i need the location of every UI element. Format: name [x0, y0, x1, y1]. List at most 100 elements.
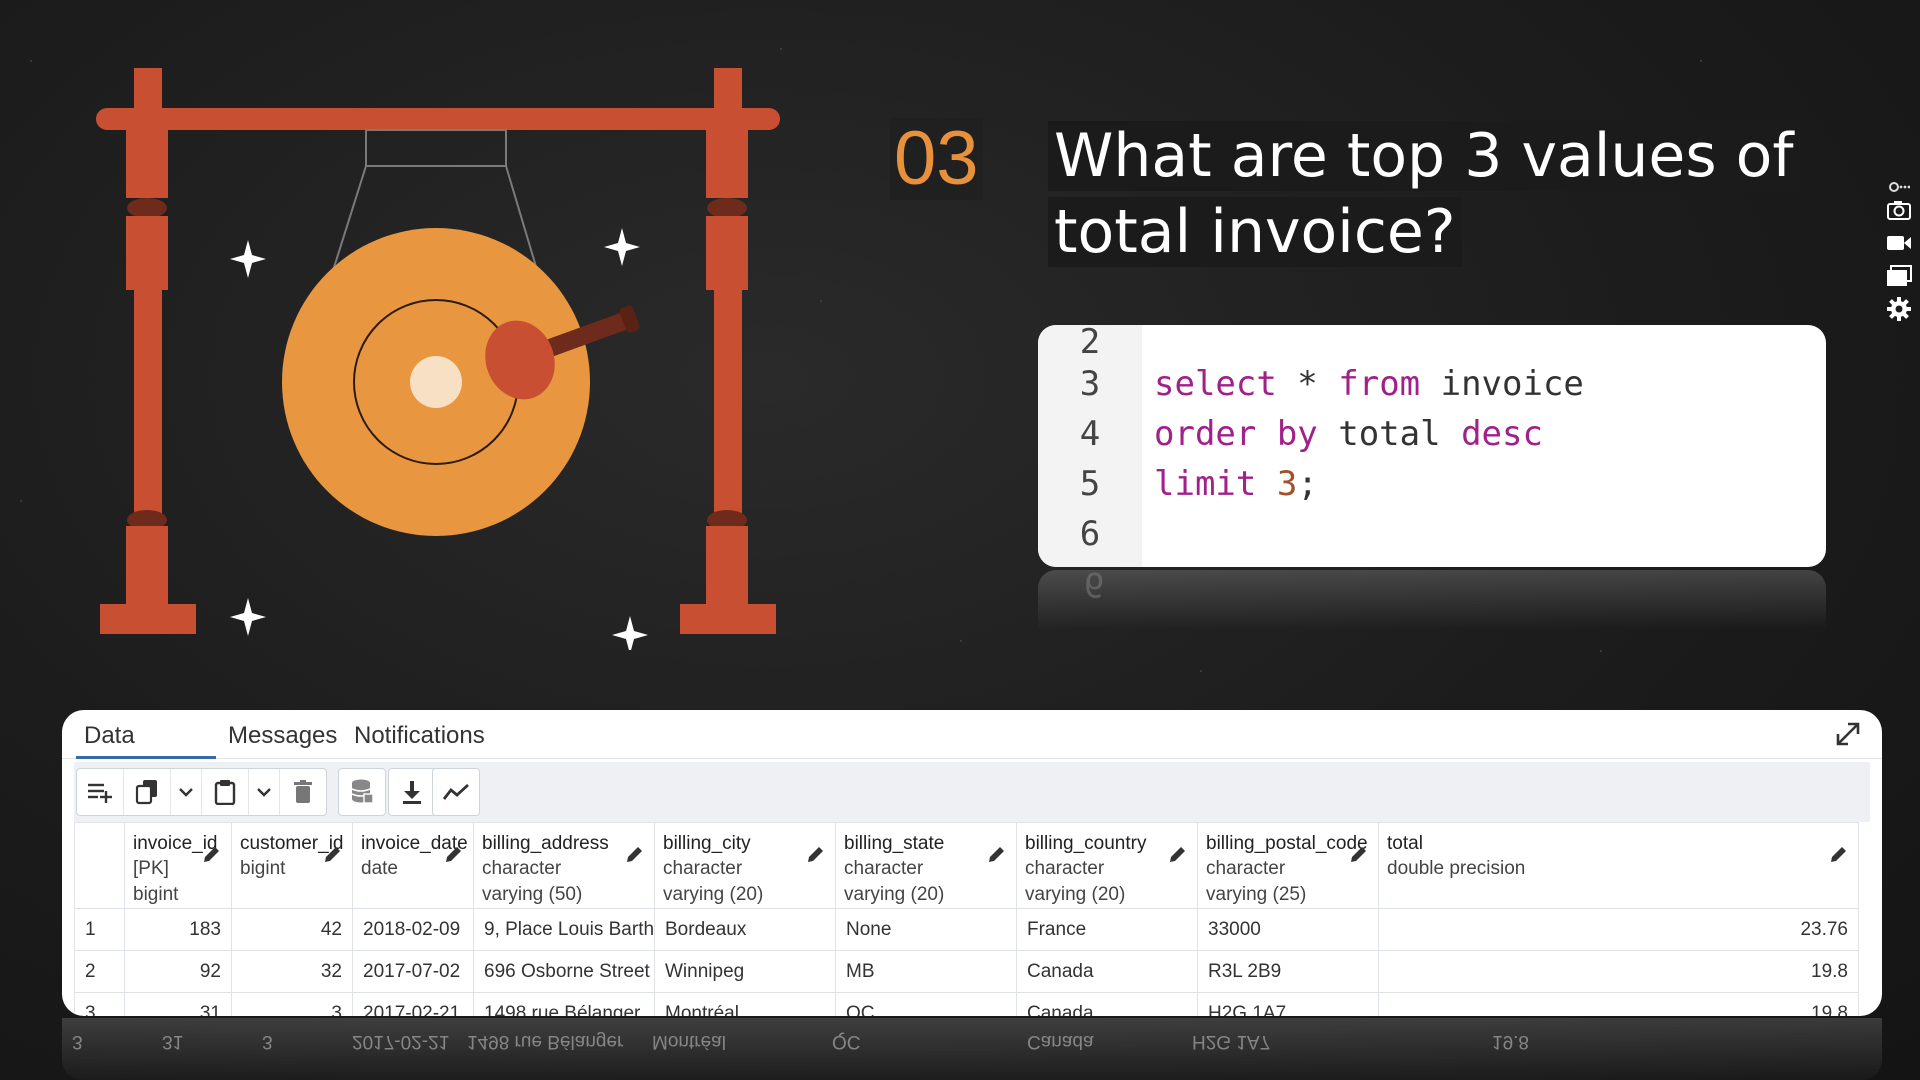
line-number: 2: [1079, 325, 1101, 362]
cell-customer-id[interactable]: 42: [231, 908, 353, 951]
column-header-billing-city[interactable]: billing_city character varying (20): [654, 822, 836, 909]
cell-billing-city[interactable]: Montréal: [654, 992, 836, 1016]
cell-billing-state[interactable]: QC: [835, 992, 1017, 1016]
cell-billing-address[interactable]: 1498 rue Bélanger: [473, 992, 655, 1016]
column-type: double precision: [1387, 858, 1526, 879]
video-icon[interactable]: [1885, 229, 1913, 257]
column-type: character varying (20): [663, 858, 764, 905]
graph-group: [432, 768, 480, 816]
cell-billing-postal-code[interactable]: 33000: [1197, 908, 1379, 951]
pencil-icon[interactable]: [322, 845, 342, 865]
result-tabs: Data Output Messages Notifications: [62, 710, 1882, 789]
cell-customer-id[interactable]: 32: [231, 950, 353, 993]
cell-total[interactable]: 19.8: [1378, 950, 1859, 993]
graph-icon[interactable]: [433, 769, 479, 815]
save-data-icon[interactable]: [339, 769, 385, 815]
table-row[interactable]: 2 92 32 2017-07-02 696 Osborne Street Winnipe…: [74, 950, 1859, 993]
cell-total[interactable]: 23.76: [1378, 908, 1859, 951]
download-group: [388, 768, 436, 816]
column-name: total: [1387, 833, 1423, 854]
row-number[interactable]: 2: [74, 950, 125, 993]
cell-billing-postal-code[interactable]: R3L 2B9: [1197, 950, 1379, 993]
add-row-icon[interactable]: [77, 769, 124, 815]
question-number: 03: [890, 118, 983, 200]
code-line[interactable]: [1142, 509, 1826, 559]
pencil-icon[interactable]: [986, 845, 1006, 865]
code-body[interactable]: select * from invoice order by total desc…: [1142, 325, 1826, 567]
column-header-billing-country[interactable]: billing_country character varying (20): [1016, 822, 1198, 909]
cell-billing-country[interactable]: Canada: [1016, 950, 1198, 993]
pencil-icon[interactable]: [1167, 845, 1187, 865]
cell-total[interactable]: 19.8: [1378, 992, 1859, 1016]
line-number: 3: [1079, 364, 1101, 404]
cell-billing-country[interactable]: France: [1016, 908, 1198, 951]
code-line[interactable]: limit 3;: [1142, 459, 1826, 509]
code-line[interactable]: select * from invoice: [1142, 359, 1826, 409]
sql-keyword: limit: [1154, 464, 1257, 504]
grid-header: invoice_id [PK] bigint customer_id bigint in…: [74, 822, 1859, 909]
column-name: billing_country: [1025, 833, 1147, 854]
tab-notifications[interactable]: Notifications: [354, 716, 485, 756]
table-row[interactable]: 1183422018-02-099, Place Louis BarthouBo…: [74, 908, 1859, 951]
code-line[interactable]: [1142, 325, 1826, 359]
grid-body: 1183422018-02-099, Place Louis BarthouBo…: [74, 908, 1859, 1016]
sql-code-editor[interactable]: 23456 select * from invoice order by tota…: [1038, 325, 1826, 567]
paste-icon[interactable]: [202, 769, 249, 815]
column-header-customer-id[interactable]: customer_id bigint: [231, 822, 353, 909]
cell-invoice-date[interactable]: 2017-02-21: [352, 992, 474, 1016]
cell-invoice-id[interactable]: 31: [124, 992, 232, 1016]
cell-billing-city[interactable]: Winnipeg: [654, 950, 836, 993]
sql-keyword: from: [1338, 364, 1421, 404]
sql-keyword: order by: [1154, 414, 1318, 454]
pencil-icon[interactable]: [805, 845, 825, 865]
expand-icon[interactable]: [1832, 718, 1864, 750]
column-header-total[interactable]: total double precision: [1378, 822, 1859, 909]
reflected-cell: H2G 1A7: [1192, 1031, 1271, 1052]
row-number[interactable]: 1: [74, 908, 125, 951]
gear-icon[interactable]: [1885, 295, 1913, 323]
tab-messages[interactable]: Messages: [228, 716, 337, 756]
cell-billing-state[interactable]: MB: [835, 950, 1017, 993]
pencil-icon[interactable]: [1828, 845, 1848, 865]
results-grid: invoice_id [PK] bigint customer_id bigint in…: [74, 822, 1859, 1016]
column-type: character varying (20): [844, 858, 945, 905]
window-icon[interactable]: [1885, 262, 1913, 290]
copy-icon[interactable]: [124, 769, 171, 815]
pencil-icon[interactable]: [624, 845, 644, 865]
tab-data-output[interactable]: Data Output: [76, 716, 216, 789]
cell-billing-address[interactable]: 9, Place Louis Barthou: [473, 908, 655, 951]
chevron-down-icon[interactable]: [249, 769, 280, 815]
cell-invoice-id[interactable]: 183: [124, 908, 232, 951]
cell-billing-state[interactable]: None: [835, 908, 1017, 951]
download-icon[interactable]: [389, 769, 435, 815]
column-header-billing-postal-code[interactable]: billing_postal_code character varying (25…: [1197, 822, 1379, 909]
cell-billing-address[interactable]: 696 Osborne Street: [473, 950, 655, 993]
cell-invoice-id[interactable]: 92: [124, 950, 232, 993]
edit-group: [76, 768, 327, 816]
reflected-cell: 19.8: [1492, 1031, 1529, 1052]
pencil-icon[interactable]: [1348, 845, 1368, 865]
cell-billing-country[interactable]: Canada: [1016, 992, 1198, 1016]
pencil-icon[interactable]: [443, 845, 463, 865]
chevron-down-icon[interactable]: [171, 769, 202, 815]
delete-icon[interactable]: [280, 769, 326, 815]
link-icon[interactable]: [1885, 180, 1913, 194]
code-line[interactable]: order by total desc: [1142, 409, 1826, 459]
reflected-row-number: 3: [72, 1031, 83, 1052]
gong-illustration: [96, 68, 780, 650]
column-header-billing-state[interactable]: billing_state character varying (20): [835, 822, 1017, 909]
cell-billing-postal-code[interactable]: H2G 1A7: [1197, 992, 1379, 1016]
cell-customer-id[interactable]: 3: [231, 992, 353, 1016]
camera-icon[interactable]: [1885, 196, 1913, 224]
cell-invoice-date[interactable]: 2018-02-09: [352, 908, 474, 951]
column-name: billing_address: [482, 833, 609, 854]
column-header-billing-address[interactable]: billing_address character varying (50): [473, 822, 655, 909]
cell-billing-city[interactable]: Bordeaux: [654, 908, 836, 951]
table-row[interactable]: 3 31 3 2017-02-21 1498 rue Bélanger Montréal Q…: [74, 992, 1859, 1016]
row-number[interactable]: 3: [74, 992, 125, 1016]
column-header-invoice-date[interactable]: invoice_date date: [352, 822, 474, 909]
column-header-invoice-id[interactable]: invoice_id [PK] bigint: [124, 822, 232, 909]
cell-invoice-date[interactable]: 2017-07-02: [352, 950, 474, 993]
column-name: invoice_date: [361, 833, 468, 854]
pencil-icon[interactable]: [201, 845, 221, 865]
